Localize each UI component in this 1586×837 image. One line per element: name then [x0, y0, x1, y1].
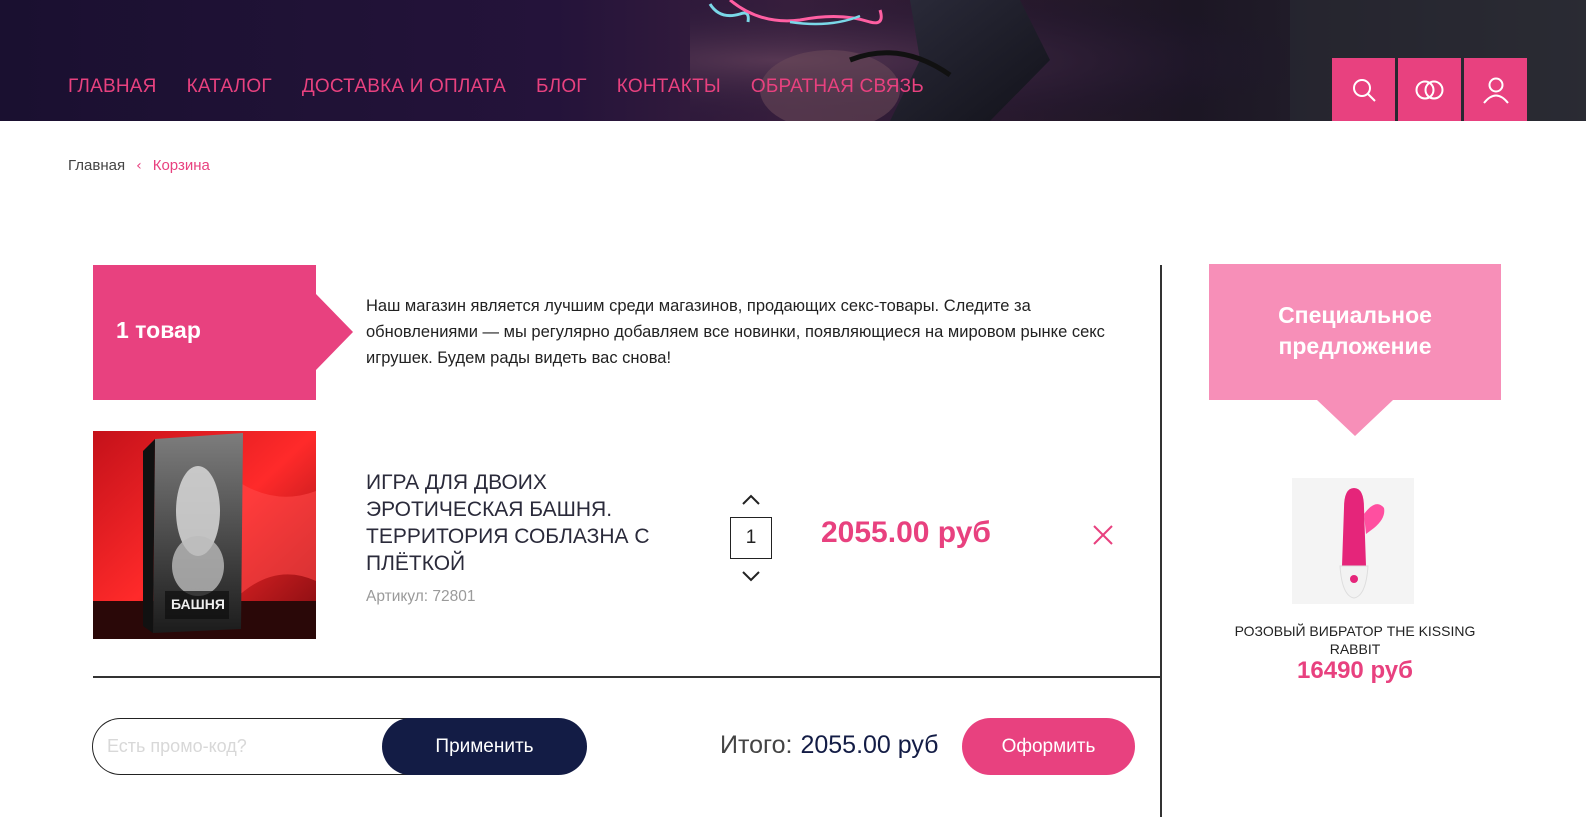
nav-item-delivery[interactable]: ДОСТАВКА И ОПЛАТА [302, 76, 506, 98]
quantity-input[interactable]: 1 [730, 517, 772, 559]
breadcrumb-home[interactable]: Главная [68, 157, 125, 174]
special-offer-title: Специальное предложение [1209, 300, 1501, 362]
promo-code-input[interactable] [92, 718, 432, 775]
breadcrumb-separator-icon: ‹ [136, 157, 142, 174]
main-nav: ГЛАВНАЯ КАТАЛОГ ДОСТАВКА И ОПЛАТА БЛОГ К… [68, 76, 954, 98]
quantity-increase-icon[interactable] [739, 492, 763, 508]
apply-promo-button[interactable]: Применить [382, 718, 587, 775]
search-button[interactable] [1332, 58, 1395, 121]
total-value: 2055.00 руб [800, 731, 939, 759]
order-total: Итого: 2055.00 руб [720, 731, 939, 760]
product-price: 2055.00 руб [821, 516, 991, 549]
offer-product-name[interactable]: РОЗОВЫЙ ВИБРАТОР THE KISSING RABBIT [1220, 622, 1490, 658]
nav-item-catalog[interactable]: КАТАЛОГ [187, 76, 272, 98]
nav-item-blog[interactable]: БЛОГ [536, 76, 587, 98]
checkout-button[interactable]: Оформить [962, 718, 1135, 775]
offer-product-image[interactable] [1292, 478, 1414, 604]
product-sku: Артикул: 72801 [366, 588, 476, 605]
special-offer-title-line1: Специальное [1278, 302, 1432, 328]
breadcrumb-current: Корзина [152, 157, 210, 174]
product-title[interactable]: ИГРА ДЛЯ ДВОИХ ЭРОТИЧЕСКАЯ БАШНЯ. ТЕРРИТ… [366, 469, 686, 577]
compare-icon [1415, 80, 1443, 99]
remove-item-icon[interactable] [1091, 523, 1115, 547]
svg-text:БАШНЯ: БАШНЯ [171, 596, 225, 612]
user-icon [1482, 77, 1509, 104]
nav-item-feedback[interactable]: ОБРАТНАЯ СВЯЗЬ [751, 76, 924, 98]
compare-button[interactable] [1398, 58, 1461, 121]
product-image: БАШНЯ [93, 431, 316, 639]
special-offer-title-line2: предложение [1278, 333, 1432, 359]
cart-divider [93, 676, 1161, 678]
cart-count-label: 1 товар [116, 317, 201, 343]
breadcrumb: Главная ‹ Корзина [68, 157, 210, 174]
search-icon [1352, 78, 1376, 102]
nav-item-home[interactable]: ГЛАВНАЯ [68, 76, 157, 98]
quantity-decrease-icon[interactable] [739, 568, 763, 584]
account-button[interactable] [1464, 58, 1527, 121]
nav-item-contacts[interactable]: КОНТАКТЫ [617, 76, 721, 98]
sidebar-divider [1160, 265, 1162, 817]
cart-intro-text: Наш магазин является лучшим среди магази… [366, 297, 1105, 367]
offer-product-price: 16490 руб [1297, 657, 1413, 684]
site-header: ГЛАВНАЯ КАТАЛОГ ДОСТАВКА И ОПЛАТА БЛОГ К… [0, 0, 1586, 121]
total-label: Итого: [720, 731, 793, 759]
